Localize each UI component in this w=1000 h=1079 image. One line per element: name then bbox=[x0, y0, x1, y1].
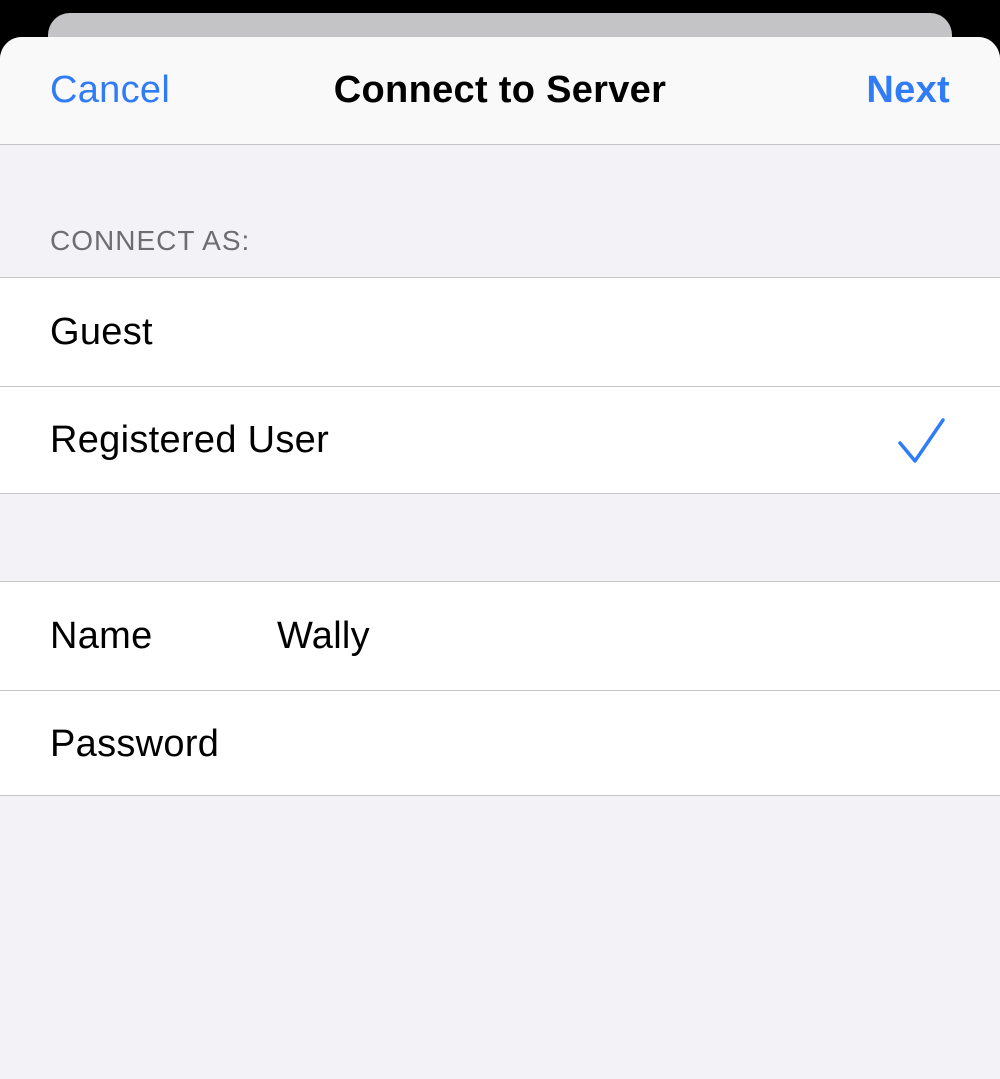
password-row[interactable]: Password bbox=[0, 690, 1000, 798]
option-guest[interactable]: Guest bbox=[0, 278, 1000, 386]
password-field[interactable] bbox=[277, 718, 957, 768]
option-guest-label: Guest bbox=[50, 311, 153, 353]
credentials-group: Name Wally Password bbox=[0, 581, 1000, 796]
name-field[interactable]: Wally bbox=[277, 614, 370, 658]
option-registered-user-label: Registered User bbox=[50, 419, 330, 461]
password-label: Password bbox=[50, 723, 220, 765]
next-button[interactable]: Next bbox=[866, 68, 950, 112]
checkmark-icon bbox=[898, 418, 945, 463]
navigation-bar: Cancel Connect to Server Next bbox=[0, 37, 1000, 145]
name-row[interactable]: Name Wally bbox=[0, 582, 1000, 690]
connect-as-section-header: CONNECT AS: bbox=[50, 225, 251, 256]
connect-as-group: Guest Registered User bbox=[0, 277, 1000, 494]
option-registered-user[interactable]: Registered User bbox=[0, 386, 1000, 494]
page-title: Connect to Server bbox=[333, 69, 667, 111]
name-label: Name bbox=[50, 615, 153, 657]
connect-to-server-sheet: Cancel Connect to Server Next CONNECT AS… bbox=[0, 37, 1000, 1079]
